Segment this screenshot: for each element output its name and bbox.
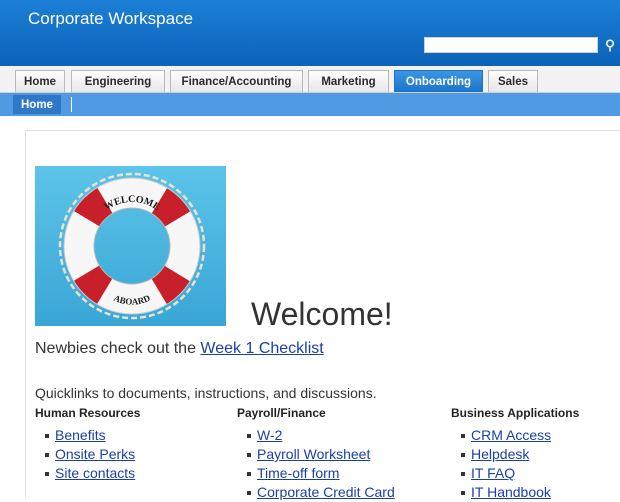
welcome-aboard-image: WELCOME ABOARD bbox=[35, 166, 226, 326]
search-icon[interactable] bbox=[602, 36, 618, 54]
link-list: CRM Access Helpdesk IT FAQ IT Handbook bbox=[451, 426, 579, 502]
human-resources-section: Human Resources Benefits Onsite Perks Si… bbox=[35, 406, 141, 481]
intro-prefix: Newbies check out the bbox=[35, 340, 201, 357]
subnav-divider bbox=[71, 97, 72, 112]
list-item: Corporate Credit Card bbox=[247, 483, 395, 502]
onsite-perks-link[interactable]: Onsite Perks bbox=[55, 446, 135, 462]
tab-sales[interactable]: Sales bbox=[488, 70, 538, 92]
list-item: Payroll Worksheet bbox=[247, 445, 395, 464]
list-item: Time-off form bbox=[247, 464, 395, 483]
quicklinks-text: Quicklinks to documents, instructions, a… bbox=[35, 385, 377, 401]
sub-navigation: Home bbox=[0, 93, 620, 116]
crm-access-link[interactable]: CRM Access bbox=[471, 427, 551, 443]
payroll-finance-section: Payroll/Finance W-2 Payroll Worksheet Ti… bbox=[237, 406, 395, 500]
subnav-home-link[interactable]: Home bbox=[13, 95, 61, 114]
welcome-title: Welcome! bbox=[251, 296, 393, 332]
payroll-worksheet-link[interactable]: Payroll Worksheet bbox=[257, 446, 370, 462]
site-header: Corporate Workspace bbox=[0, 0, 620, 66]
list-item: IT Handbook bbox=[460, 483, 579, 502]
section-title: Payroll/Finance bbox=[237, 406, 326, 420]
it-faq-link[interactable]: IT FAQ bbox=[471, 465, 515, 481]
tab-finance-accounting[interactable]: Finance/Accounting bbox=[170, 70, 303, 92]
intro-text: Newbies check out the Week 1 Checklist bbox=[35, 340, 324, 358]
site-title: Corporate Workspace bbox=[28, 9, 194, 28]
tab-home[interactable]: Home bbox=[15, 70, 65, 92]
search-input[interactable] bbox=[424, 37, 598, 53]
w2-link[interactable]: W-2 bbox=[257, 427, 282, 443]
search-icon-glyph bbox=[605, 38, 615, 51]
list-item: Helpdesk bbox=[460, 445, 579, 464]
tab-onboarding[interactable]: Onboarding bbox=[394, 70, 483, 92]
list-item: Benefits bbox=[44, 426, 140, 445]
business-applications-section: Business Applications CRM Access Helpdes… bbox=[451, 406, 580, 500]
benefits-link[interactable]: Benefits bbox=[55, 427, 106, 443]
time-off-form-link[interactable]: Time-off form bbox=[257, 465, 339, 481]
tab-engineering[interactable]: Engineering bbox=[71, 70, 165, 92]
site-contacts-link[interactable]: Site contacts bbox=[55, 465, 135, 481]
helpdesk-link[interactable]: Helpdesk bbox=[471, 446, 529, 462]
tab-marketing[interactable]: Marketing bbox=[308, 70, 389, 92]
list-item: W-2 bbox=[247, 426, 395, 445]
list-item: Site contacts bbox=[44, 464, 140, 483]
list-item: CRM Access bbox=[460, 426, 579, 445]
section-title: Business Applications bbox=[451, 406, 580, 420]
tab-bar: Home Engineering Finance/Accounting Mark… bbox=[0, 66, 620, 93]
section-title: Human Resources bbox=[35, 406, 141, 420]
life-ring-illustration: WELCOME ABOARD bbox=[35, 166, 226, 326]
link-list: W-2 Payroll Worksheet Time-off form Corp… bbox=[237, 426, 395, 502]
list-item: Onsite Perks bbox=[44, 445, 140, 464]
link-list: Benefits Onsite Perks Site contacts bbox=[35, 426, 140, 483]
week1-checklist-link[interactable]: Week 1 Checklist bbox=[200, 340, 323, 357]
list-item: IT FAQ bbox=[460, 464, 579, 483]
